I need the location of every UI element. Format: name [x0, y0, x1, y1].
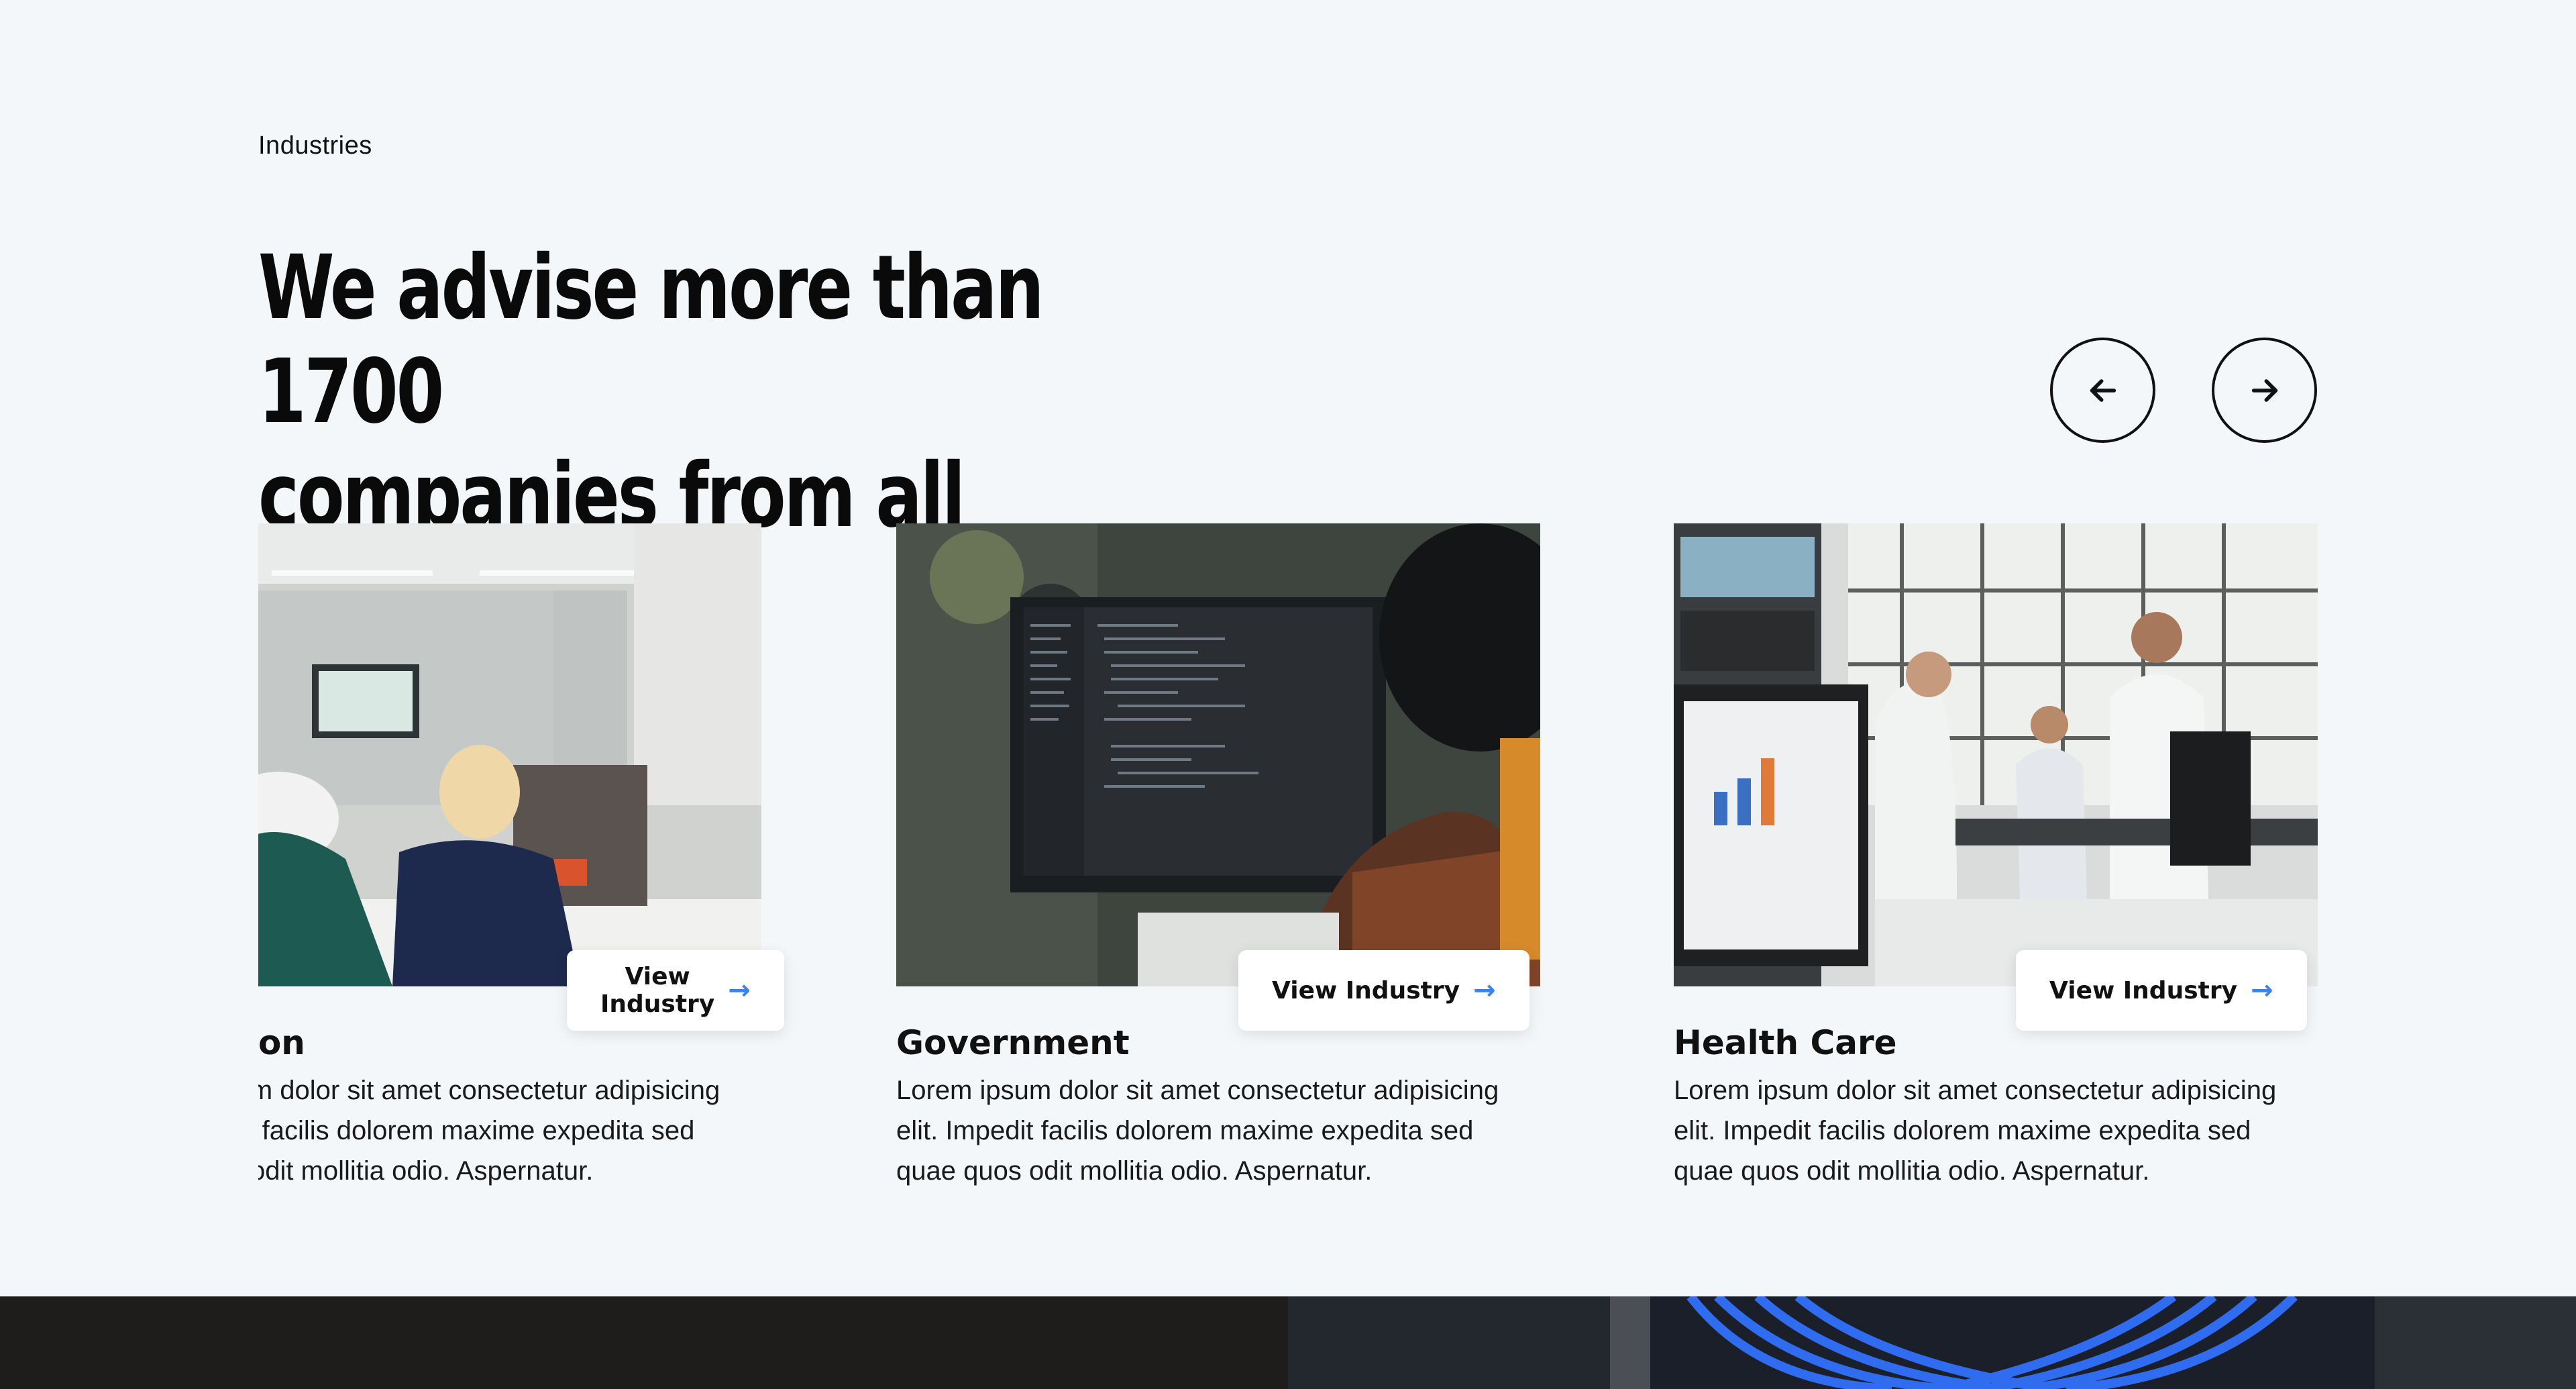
- view-industry-button[interactable]: View Industry →: [1238, 950, 1529, 1031]
- arrow-right-icon: →: [2251, 975, 2273, 1006]
- view-industry-label: View Industry: [2049, 976, 2238, 1005]
- view-industry-button[interactable]: View Industry →: [567, 950, 784, 1031]
- view-industry-label: View Industry: [600, 963, 715, 1018]
- workshop-photo: [258, 523, 761, 986]
- section-eyebrow: Industries: [258, 132, 372, 160]
- industries-section: Industries We advise more than 1700 comp…: [0, 0, 2576, 1296]
- card-description: Lorem ipsum dolor sit amet consectetur a…: [896, 1076, 1499, 1186]
- industry-card-education: View Industry → Education Lorem ipsum do…: [258, 523, 784, 1194]
- next-section-band: [0, 1296, 2576, 1389]
- industry-card-health-care: View Industry → Health Care Lorem ipsum …: [1674, 523, 2318, 1194]
- arrow-right-icon: [2251, 378, 2277, 402]
- arrow-right-icon: →: [728, 975, 751, 1006]
- card-title: Health Care: [1674, 1023, 1897, 1062]
- arrow-left-icon: [2090, 378, 2116, 402]
- arrow-right-icon: →: [1473, 975, 1496, 1006]
- card-description: Lorem ipsum dolor sit amet consectetur a…: [258, 1076, 720, 1186]
- carousel-next-button[interactable]: [2212, 338, 2317, 443]
- code-monitor-photo: [896, 523, 1540, 986]
- card-title: Government: [896, 1023, 1130, 1062]
- headline-line-1: We advise more than 1700: [258, 236, 1044, 444]
- card-title: Education: [258, 1023, 305, 1062]
- network-cables-photo: [1288, 1296, 2576, 1389]
- laboratory-photo: [1674, 523, 2318, 986]
- view-industry-button[interactable]: View Industry →: [2016, 950, 2307, 1031]
- industry-carousel: View Industry → Education Lorem ipsum do…: [258, 523, 2318, 1194]
- carousel-prev-button[interactable]: [2050, 338, 2155, 443]
- view-industry-label: View Industry: [1272, 976, 1460, 1005]
- card-description: Lorem ipsum dolor sit amet consectetur a…: [1674, 1076, 2277, 1186]
- industry-card-government: View Industry → Government Lorem ipsum d…: [896, 523, 1540, 1194]
